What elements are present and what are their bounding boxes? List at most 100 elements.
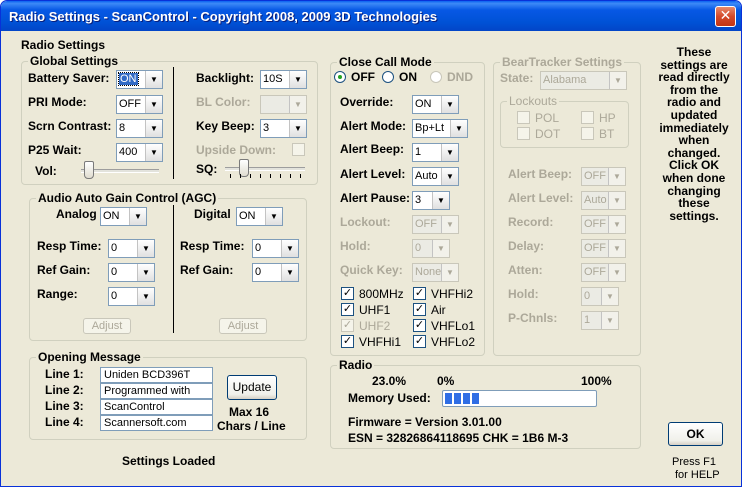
key-beep-select[interactable]: 3 ▼ [260,119,307,138]
lockout-hp-checkbox[interactable] [581,111,594,124]
band-800mhz-checkbox[interactable]: ✓ [341,287,354,300]
close-call-off-radio[interactable] [334,71,346,83]
analog-ref-gain-label: Ref Gain: [37,263,91,277]
chevron-down-icon: ▼ [289,71,306,88]
beartracker-title: BearTracker Settings [500,55,625,69]
p25-wait-select[interactable]: 400 ▼ [116,143,163,162]
sq-slider-track[interactable] [225,167,305,171]
atten-label: Atten: [508,263,543,277]
alert-beep-select[interactable]: 1 ▼ [412,143,459,162]
bear-alert-level-select[interactable]: Auto ▼ [581,191,626,210]
analog-ref-gain-select[interactable]: 0 ▼ [108,263,155,282]
radio-info-title: Radio [337,358,375,372]
bl-color-select[interactable]: ▼ [260,95,307,114]
delay-select[interactable]: OFF ▼ [581,239,626,258]
alert-pause-select[interactable]: 3 ▼ [412,191,450,210]
chevron-down-icon: ▼ [137,288,154,305]
global-divider [173,67,174,179]
title-bar[interactable]: Radio Settings - ScanControl - Copyright… [1,1,741,31]
agc-title: Audio Auto Gain Control (AGC) [36,191,219,205]
digital-ref-gain-select[interactable]: 0 ▼ [252,263,299,282]
hold-label: Hold: [340,239,371,253]
chevron-down-icon: ▼ [608,192,625,209]
line3-input[interactable]: ScanControl [100,399,213,415]
analog-range-select[interactable]: 0 ▼ [108,287,155,306]
max-chars-label-1: Max 16 [229,405,270,419]
band-vhflo1-checkbox[interactable]: ✓ [413,319,426,332]
memory-max-label: 100% [581,374,612,388]
alert-level-select[interactable]: Auto ▼ [412,167,459,186]
update-button[interactable]: Update [227,375,277,400]
state-select[interactable]: Alabama ▼ [540,71,627,90]
lockout-bt-label: BT [599,127,615,141]
analog-select[interactable]: ON ▼ [100,207,147,226]
line4-input[interactable]: Scannersoft.com [100,415,213,431]
lockout-hp-label: HP [599,111,616,125]
alert-mode-select[interactable]: Bp+Lt ▼ [412,119,468,138]
status-text: Settings Loaded [122,454,216,468]
backlight-select[interactable]: 10S ▼ [260,70,307,89]
band-vhflo1-label: VHFLo1 [431,319,476,333]
pri-mode-select[interactable]: OFF ▼ [116,95,163,114]
chevron-down-icon: ▼ [608,264,625,281]
line1-input[interactable]: Uniden BCD396T [100,367,213,383]
progress-block [463,393,470,404]
pchnls-label: P-Chnls: [508,311,558,325]
chevron-down-icon: ▼ [601,288,618,305]
lockout-dot-checkbox[interactable] [517,127,530,140]
delay-label: Delay: [508,239,545,253]
band-vhfhi2-checkbox[interactable]: ✓ [413,287,426,300]
close-icon: ✕ [719,8,732,24]
close-call-dnd-label: DND [447,70,473,84]
band-uhf2-checkbox[interactable]: ✓ [341,319,354,332]
band-vhfhi2-label: VHFHi2 [431,287,474,301]
chevron-down-icon: ▼ [137,264,154,281]
upside-down-checkbox[interactable] [292,143,305,156]
quick-key-select[interactable]: None ▼ [412,263,459,282]
lockout-bt-checkbox[interactable] [581,127,594,140]
digital-resp-time-label: Resp Time: [180,239,245,253]
atten-select[interactable]: OFF ▼ [581,263,626,282]
close-call-dnd-radio[interactable] [430,71,442,83]
band-vhflo2-checkbox[interactable]: ✓ [413,335,426,348]
band-uhf1-checkbox[interactable]: ✓ [341,303,354,316]
digital-adjust-button[interactable]: Adjust [219,318,267,334]
slider-tick [300,174,301,178]
pchnls-select[interactable]: 1 ▼ [581,311,619,330]
close-call-off-label: OFF [351,70,375,84]
memory-used-label: Memory Used: [348,391,431,405]
close-button[interactable]: ✕ [715,6,736,27]
record-select[interactable]: OFF ▼ [581,215,626,234]
scrn-contrast-select[interactable]: 8 ▼ [116,119,163,138]
band-air-checkbox[interactable]: ✓ [413,303,426,316]
backlight-label: Backlight: [196,71,255,85]
battery-saver-select[interactable]: ON ▼ [116,70,163,89]
sq-label: SQ: [196,162,218,176]
digital-select[interactable]: ON ▼ [236,207,283,226]
band-uhf1-label: UHF1 [359,303,391,317]
analog-adjust-button[interactable]: Adjust [83,318,131,334]
band-vhfhi1-checkbox[interactable]: ✓ [341,335,354,348]
close-call-on-radio[interactable] [382,71,394,83]
vol-slider-thumb[interactable] [84,161,95,179]
override-label: Override: [340,95,394,109]
lockout-select[interactable]: OFF ▼ [412,215,459,234]
memory-used-percent: 23.0% [372,374,407,388]
bear-alert-beep-label: Alert Beep: [508,167,573,181]
alert-beep-label: Alert Beep: [340,142,405,156]
bear-hold-select[interactable]: 0 ▼ [581,287,619,306]
digital-resp-time-select[interactable]: 0 ▼ [252,239,299,258]
analog-resp-time-select[interactable]: 0 ▼ [108,239,155,258]
hold-select[interactable]: 0 ▼ [412,239,450,258]
override-select[interactable]: ON ▼ [412,95,459,114]
opening-message-title: Opening Message [36,350,143,364]
ok-button[interactable]: OK [668,422,723,446]
bear-alert-beep-select[interactable]: OFF ▼ [581,167,626,186]
chevron-down-icon: ▼ [608,216,625,233]
lockout-pol-checkbox[interactable] [517,111,530,124]
slider-tick [230,174,231,178]
lockouts-title: Lockouts [507,94,560,108]
chevron-down-icon: ▼ [441,216,458,233]
line2-input[interactable]: Programmed with [100,383,213,399]
window-title: Radio Settings - ScanControl - Copyright… [9,9,438,24]
